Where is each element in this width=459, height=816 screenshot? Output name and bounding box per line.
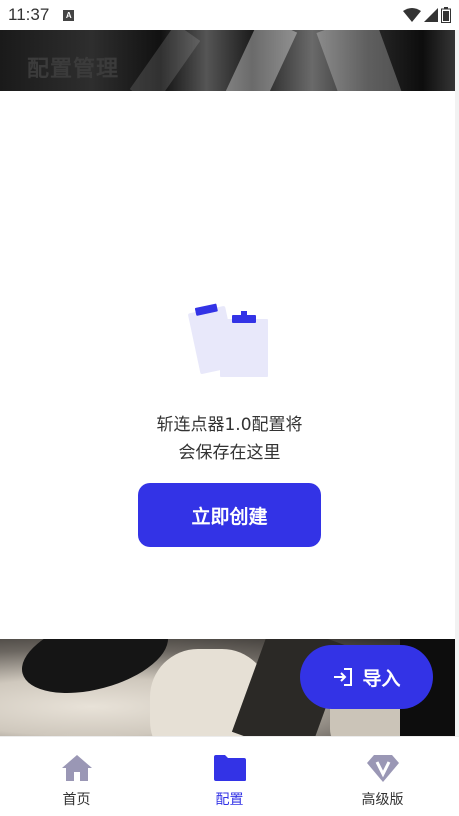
empty-state-message: 斩连点器1.0配置将 会保存在这里 [0,411,459,467]
signal-icon [424,8,438,22]
header-background-streak [222,30,298,91]
folder-icon [213,751,247,785]
wifi-icon [403,8,421,22]
nav-item-home[interactable]: 首页 [0,737,153,816]
home-icon [60,751,94,785]
login-arrow-icon [334,668,353,686]
scroll-edge [455,30,459,816]
a-icon: A [63,9,75,21]
clipboard-icon [188,303,268,377]
header-background-streak [129,30,201,91]
battery-icon [441,7,451,23]
v-diamond-icon [366,751,400,785]
status-bar: 11:37 A [0,0,459,30]
status-time: 11:37 [8,5,50,24]
nav-item-premium[interactable]: 高级版 [306,737,459,816]
page-title: 配置管理 [27,57,120,82]
nav-label-config: 配置 [215,792,244,808]
main-content: 斩连点器1.0配置将 会保存在这里 立即创建 [0,91,459,639]
import-button[interactable]: 导入 [300,645,433,709]
app-header: 配置管理 [0,30,459,91]
create-now-button[interactable]: 立即创建 [138,483,321,547]
nav-label-premium: 高级版 [361,792,404,808]
bottom-navigation: 首页 配置 高级版 [0,736,459,816]
status-icons [403,7,451,23]
header-background-streak [316,30,404,91]
import-label: 导入 [362,667,401,690]
nav-label-home: 首页 [62,792,91,808]
empty-message-line-1: 斩连点器1.0配置将 [156,415,303,435]
empty-message-line-2: 会保存在这里 [178,443,281,463]
nav-item-config[interactable]: 配置 [153,737,306,816]
